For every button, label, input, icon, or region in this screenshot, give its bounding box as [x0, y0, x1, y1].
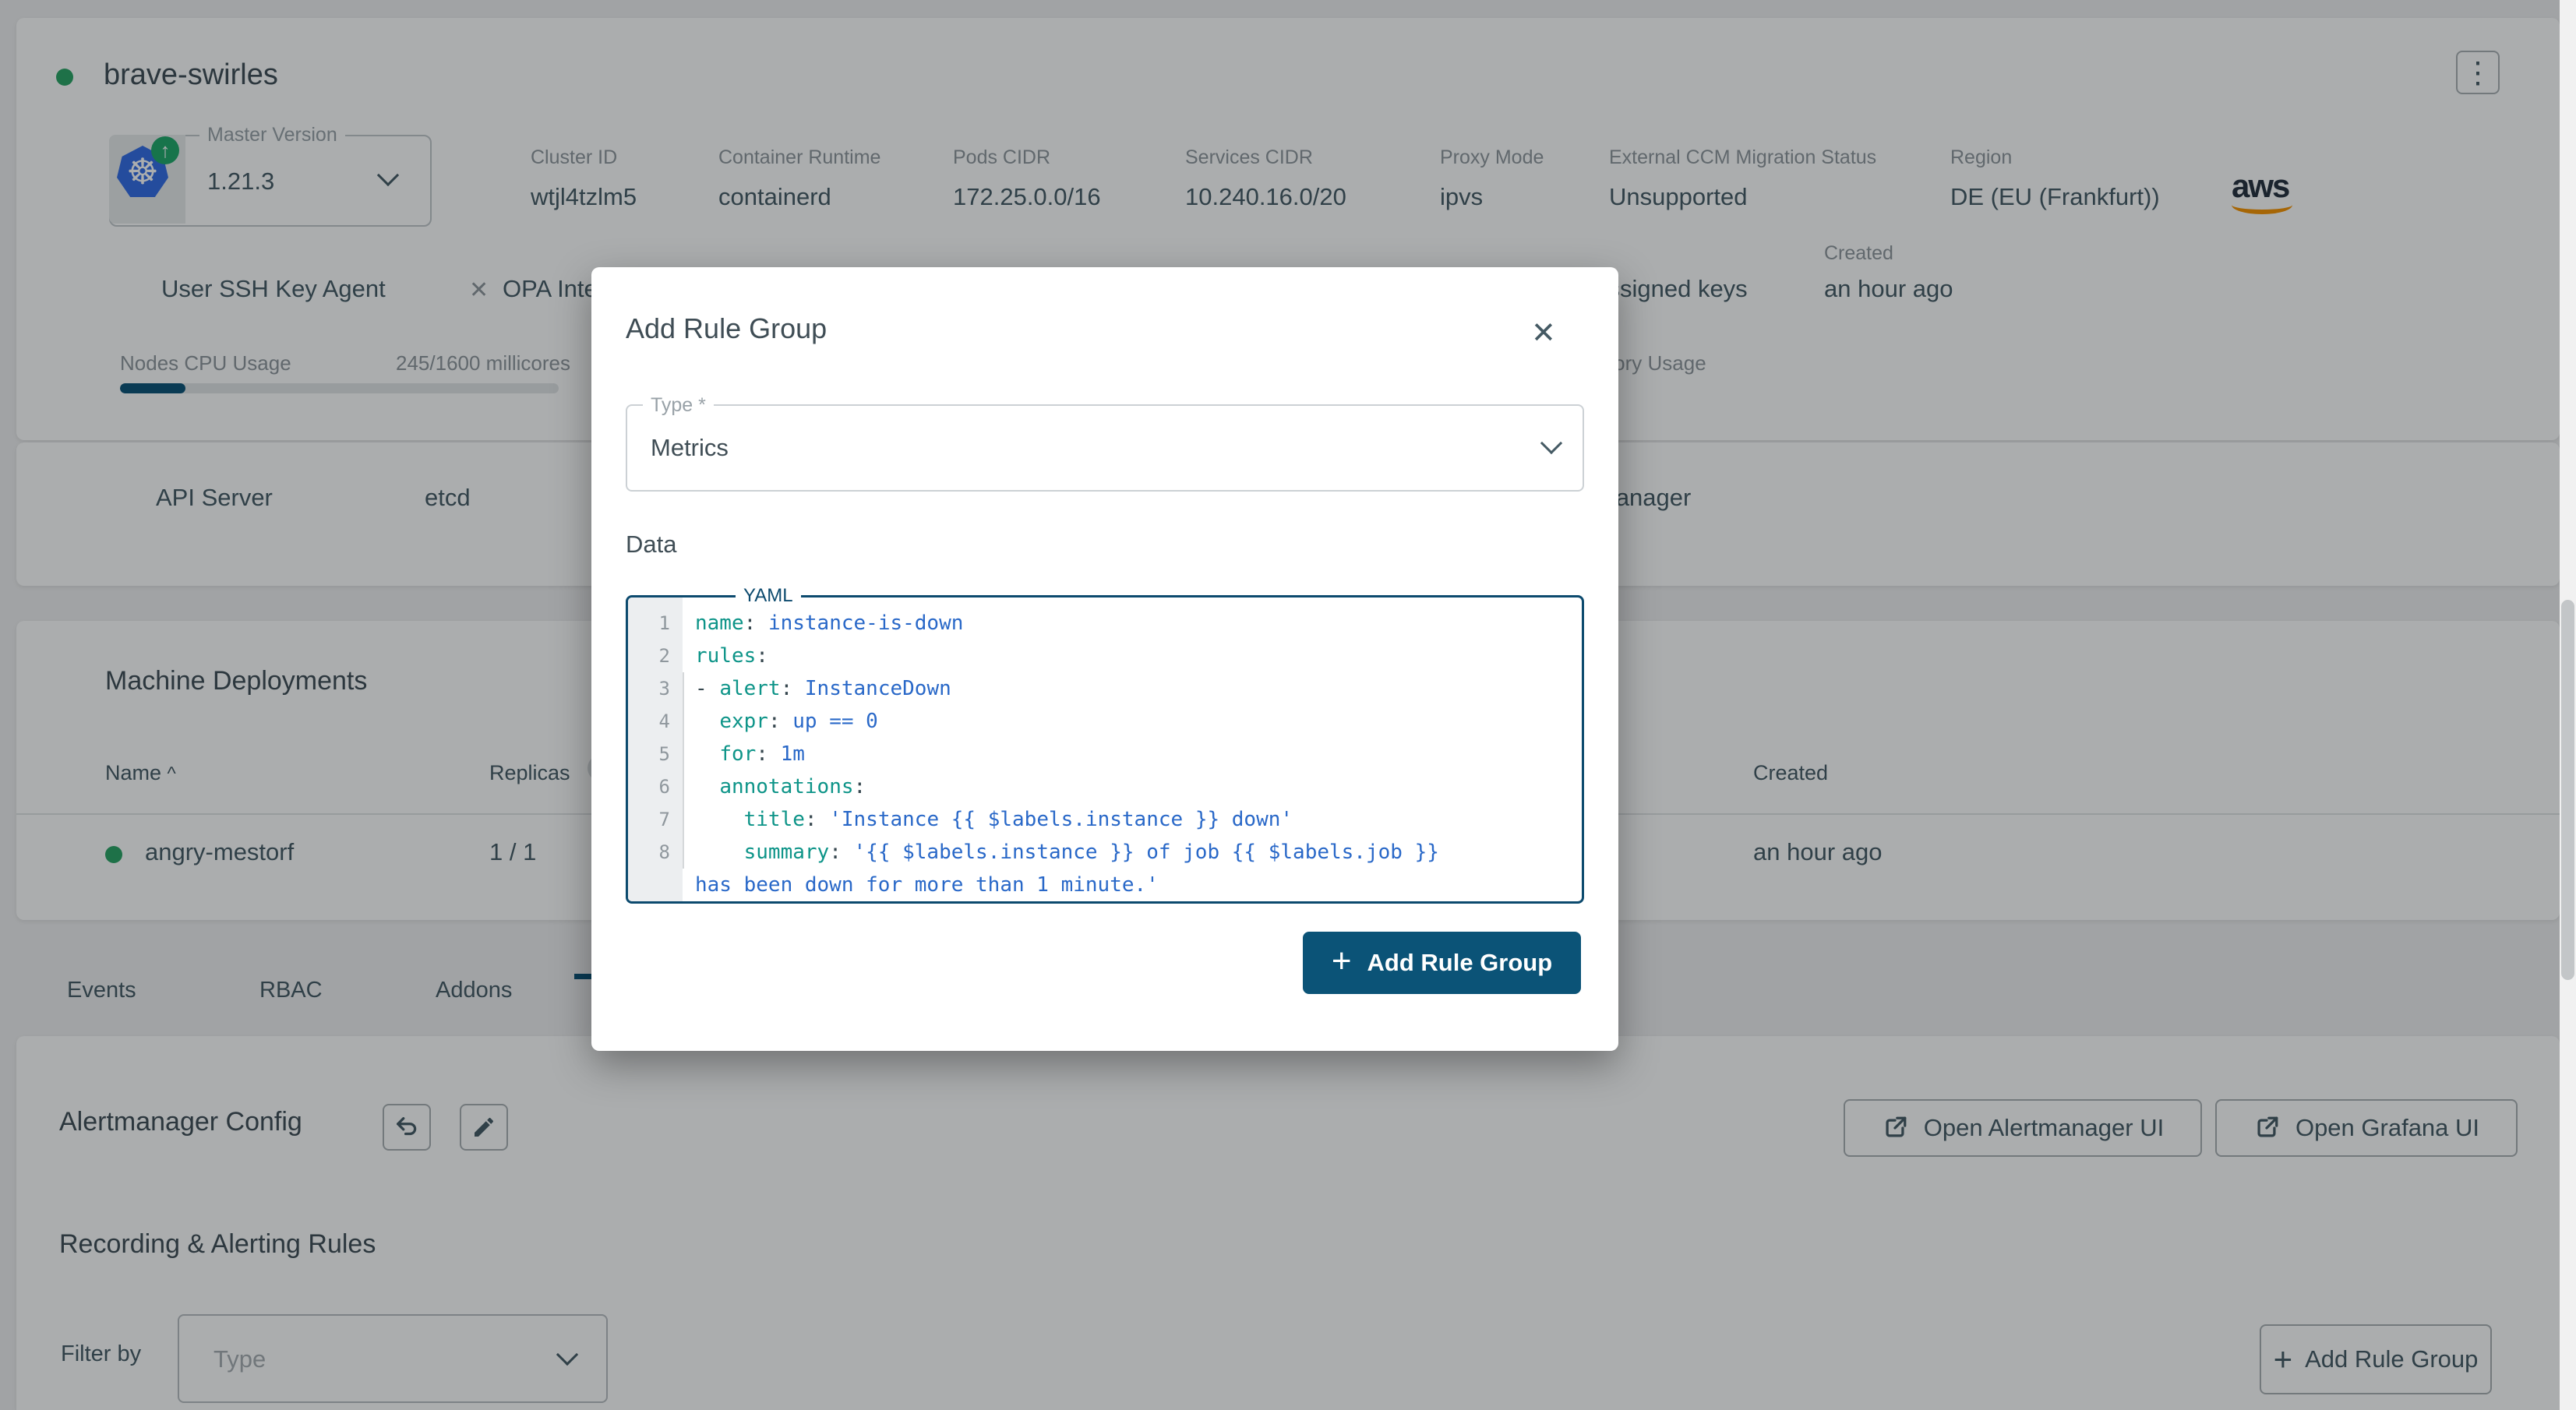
close-icon[interactable]: ✕: [1531, 315, 1556, 351]
code-text: annotations:: [719, 775, 866, 798]
line-number: 8: [658, 841, 670, 863]
code-text: title: 'Instance {{ $labels.instance }} …: [743, 808, 1293, 831]
code-text: expr: up == 0: [719, 710, 878, 733]
code-text: summary: '{{ $labels.instance }} of job …: [743, 841, 1439, 864]
add-rule-group-dialog: Add Rule Group ✕ Type * Metrics Data YAM…: [591, 267, 1618, 1051]
code-line: 1 name: instance-is-down: [628, 607, 1582, 640]
line-number: [628, 869, 683, 901]
code-line: 7 title: 'Instance {{ $labels.instance }…: [628, 803, 1582, 836]
yaml-editor[interactable]: YAML 1 name: instance-is-down 2 rules: 3- al…: [626, 585, 1584, 904]
code-text: for: 1m: [719, 742, 805, 766]
code-text: name: instance-is-down: [695, 612, 964, 635]
code-line: has been down for more than 1 minute.': [628, 869, 1582, 901]
line-number: 7: [658, 809, 670, 830]
type-field-label: Type *: [643, 394, 714, 416]
code-line: 5 for: 1m: [628, 738, 1582, 770]
line-number: 4: [658, 710, 670, 732]
dialog-title: Add Rule Group: [626, 312, 827, 344]
yaml-editor-lines: 1 name: instance-is-down 2 rules: 3 - alert: …: [628, 597, 1582, 901]
cluster-details-page: brave-swirles ⋮ ☸ ↑ Master Version 1.21.…: [0, 0, 2576, 1410]
rule-group-type-select[interactable]: Type * Metrics: [626, 394, 1584, 492]
code-line: 2 rules:: [628, 640, 1582, 672]
line-number: 2: [658, 645, 670, 667]
data-section-label: Data: [626, 531, 677, 558]
code-line: 4 expr: up == 0: [628, 705, 1582, 738]
code-line: 3 - alert: InstanceDown: [628, 672, 1582, 705]
plus-icon: +: [1331, 942, 1352, 980]
page-scrollbar: [2560, 0, 2576, 1410]
code-line: 8 summary: '{{ $labels.instance }} of jo…: [628, 836, 1582, 869]
type-field-value: Metrics: [651, 434, 729, 461]
line-number: 1: [658, 612, 670, 634]
dialog-add-rule-group-button[interactable]: + Add Rule Group: [1303, 932, 1581, 994]
line-number: 5: [658, 743, 670, 765]
line-number: 6: [658, 776, 670, 798]
code-text: - alert: InstanceDown: [695, 677, 951, 700]
code-line: 6 annotations:: [628, 770, 1582, 803]
code-text: rules:: [695, 644, 768, 668]
scrollbar-thumb[interactable]: [2561, 600, 2574, 980]
line-number: 3: [658, 678, 670, 700]
code-text: has been down for more than 1 minute.': [695, 873, 1159, 897]
